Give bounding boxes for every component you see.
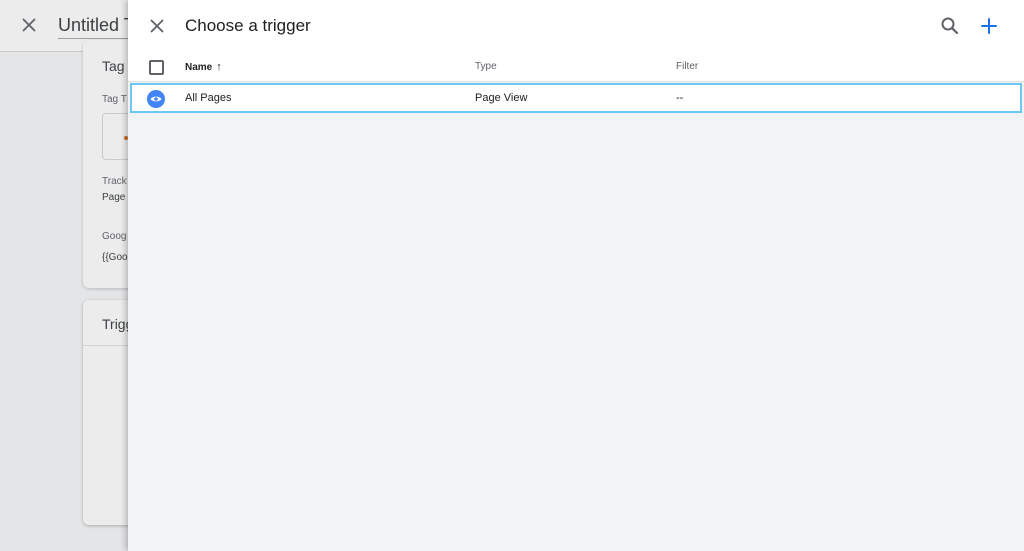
panel-header: Choose a trigger — [128, 0, 1024, 52]
close-icon — [22, 18, 36, 32]
trigger-type: Page View — [475, 92, 528, 104]
search-button[interactable] — [938, 14, 962, 38]
column-header-filter[interactable]: Filter — [676, 61, 698, 72]
choose-trigger-panel: Choose a trigger Name ↑ Type Filter All P… — [128, 0, 1024, 551]
column-header-type[interactable]: Type — [475, 61, 497, 72]
tracking-type-label: Track — [102, 176, 127, 187]
trigger-filter: -- — [676, 92, 684, 104]
close-button[interactable] — [146, 15, 168, 37]
add-trigger-button[interactable] — [977, 14, 1001, 38]
google-analytics-settings-label: Goog — [102, 231, 127, 242]
eye-icon — [147, 90, 165, 108]
panel-title: Choose a trigger — [185, 16, 311, 35]
background-close-icon[interactable] — [18, 14, 40, 36]
column-header-name[interactable]: Name ↑ — [185, 61, 222, 73]
select-all-checkbox[interactable] — [149, 60, 164, 75]
close-icon — [150, 19, 164, 33]
tag-type-label: Tag T — [102, 94, 127, 105]
search-icon — [941, 17, 959, 35]
tracking-type-value: Page — [102, 192, 126, 203]
column-header-name-label: Name — [185, 62, 213, 73]
trigger-name: All Pages — [185, 92, 232, 104]
google-analytics-settings-value: {{Goo — [102, 252, 128, 263]
trigger-table-header: Name ↑ Type Filter — [128, 52, 1024, 82]
plus-icon — [981, 18, 997, 34]
trigger-row-all-pages[interactable]: All Pages Page View -- — [130, 83, 1022, 113]
sort-ascending-icon: ↑ — [216, 61, 222, 73]
